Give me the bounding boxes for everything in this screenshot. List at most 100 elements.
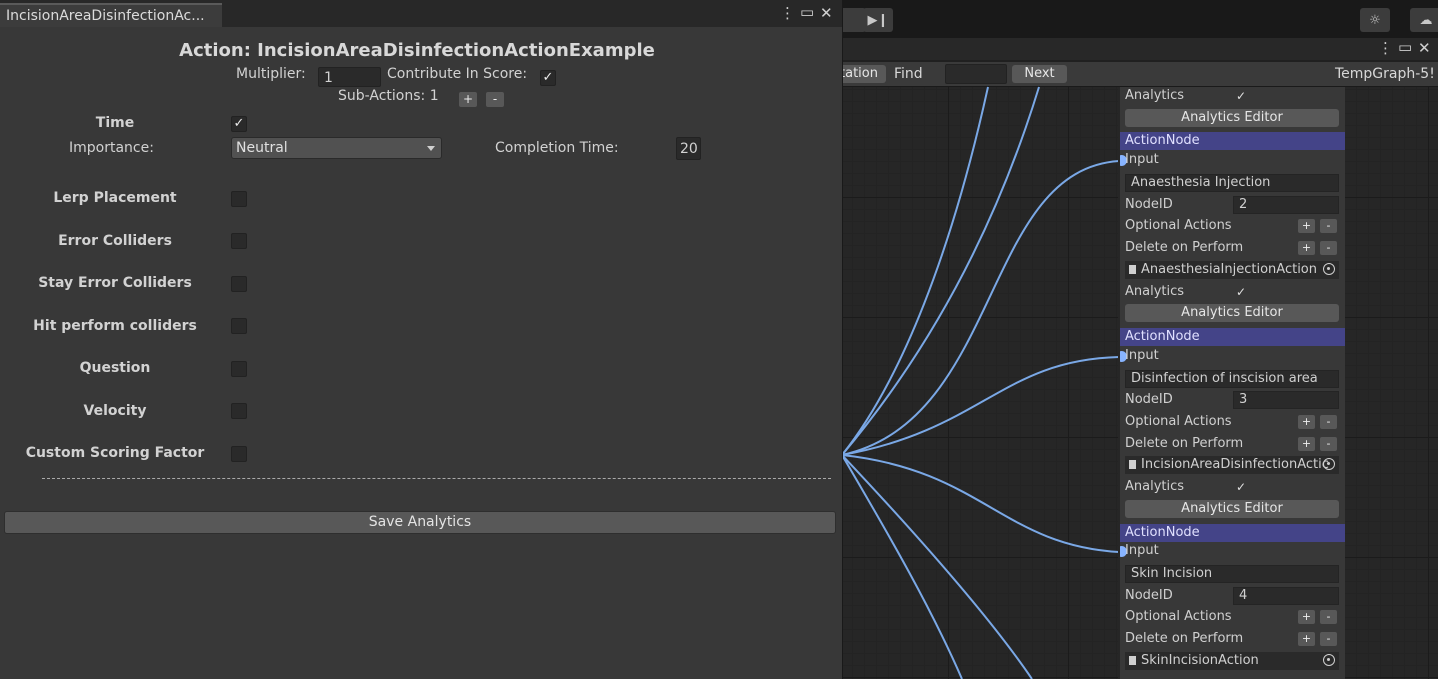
script-name: IncisionAreaDisinfectionActic (1141, 457, 1329, 472)
action-inspector-window: IncisionAreaDisinfectionAc... ⋮ ▭ ✕ Acti… (0, 0, 843, 679)
optional-actions-label: Optional Actions (1125, 609, 1232, 624)
node-name-field[interactable]: Anaesthesia Injection (1125, 174, 1339, 192)
analytics-row: Analytics ✓ (1120, 281, 1345, 303)
input-label: Input (1125, 348, 1159, 363)
nodeid-field[interactable]: 2 (1233, 196, 1339, 214)
nodeid-field[interactable]: 4 (1233, 587, 1339, 605)
remove-optional-action-button[interactable]: - (1320, 219, 1337, 233)
action-node-header[interactable]: ActionNode (1120, 132, 1345, 150)
script-field-row: AnaesthesiaInjectionAction (1120, 259, 1345, 281)
nodeid-label: NodeID (1125, 588, 1173, 603)
node-name-field[interactable]: Skin Incision (1125, 565, 1339, 583)
add-sub-action-button[interactable]: + (459, 92, 477, 107)
optional-actions-label: Optional Actions (1125, 414, 1232, 429)
save-analytics-button[interactable]: Save Analytics (4, 511, 836, 534)
remove-sub-action-button[interactable]: - (486, 92, 504, 107)
object-picker-icon[interactable] (1323, 263, 1335, 275)
time-label: Time (95, 115, 135, 131)
nodeid-row: NodeID 2 (1120, 194, 1345, 216)
add-delete-on-perform-button[interactable]: + (1298, 437, 1315, 451)
nodeid-label: NodeID (1125, 392, 1173, 407)
analytics-label: Analytics (1125, 284, 1185, 299)
script-object-field[interactable]: AnaesthesiaInjectionAction (1125, 261, 1339, 279)
analytics-row: Analytics ✓ (1120, 476, 1345, 498)
edge (842, 86, 1040, 456)
object-picker-icon[interactable] (1323, 458, 1335, 470)
input-port-row: Input (1120, 540, 1345, 562)
contribute-in-score-label: Contribute In Score: (387, 66, 528, 82)
script-field-row: IncisionAreaDisinfectionActic (1120, 454, 1345, 476)
completion-time-label: Completion Time: (495, 140, 619, 156)
maximize-icon[interactable]: ▭ (800, 3, 814, 21)
time-checkbox[interactable]: ✓ (231, 116, 247, 132)
nodeid-field[interactable]: 3 (1233, 391, 1339, 409)
remove-optional-action-button[interactable]: - (1320, 415, 1337, 429)
question-checkbox[interactable] (231, 361, 247, 377)
velocity-checkbox[interactable] (231, 403, 247, 419)
velocity-label: Velocity (83, 403, 147, 419)
lerp-placement-checkbox[interactable] (231, 191, 247, 207)
nodeid-row: NodeID 3 (1120, 389, 1345, 411)
delete-on-perform-row: Delete on Perform + - (1120, 433, 1345, 455)
completion-time-input[interactable]: 20 (676, 137, 701, 160)
delete-on-perform-label: Delete on Perform (1125, 436, 1244, 451)
analytics-editor-button[interactable]: Analytics Editor (1125, 500, 1339, 518)
analytics-editor-button[interactable]: Analytics Editor (1125, 109, 1339, 127)
remove-delete-on-perform-button[interactable]: - (1320, 632, 1337, 646)
error-colliders-label: Error Colliders (58, 233, 172, 249)
analytics-row: Analytics ✓ (1120, 87, 1345, 107)
object-picker-icon[interactable] (1323, 654, 1335, 666)
optional-actions-label: Optional Actions (1125, 218, 1232, 233)
node-name-row: Disinfection of inscision area (1120, 368, 1345, 390)
multiplier-input[interactable]: 1 (318, 67, 381, 87)
input-label: Input (1125, 152, 1159, 167)
contribute-in-score-checkbox[interactable]: ✓ (540, 70, 556, 86)
analytics-label: Analytics (1125, 88, 1185, 103)
analytics-editor-button[interactable]: Analytics Editor (1125, 304, 1339, 322)
optional-actions-row: Optional Actions + - (1120, 606, 1345, 628)
script-icon (1129, 265, 1136, 274)
custom-scoring-factor-label: Custom Scoring Factor (25, 445, 205, 461)
edge (842, 160, 1120, 456)
analytics-checkbox[interactable]: ✓ (1236, 480, 1250, 494)
error-colliders-checkbox[interactable] (231, 233, 247, 249)
add-optional-action-button[interactable]: + (1298, 415, 1315, 429)
remove-optional-action-button[interactable]: - (1320, 610, 1337, 624)
delete-on-perform-label: Delete on Perform (1125, 240, 1244, 255)
edge (842, 86, 989, 456)
close-icon[interactable]: ✕ (820, 4, 833, 22)
stay-error-colliders-checkbox[interactable] (231, 276, 247, 292)
delete-on-perform-row: Delete on Perform + - (1120, 628, 1345, 650)
inspector-tab[interactable]: IncisionAreaDisinfectionAc... (0, 3, 222, 27)
node-name-field[interactable]: Disinfection of inscision area (1125, 370, 1339, 388)
remove-delete-on-perform-button[interactable]: - (1320, 241, 1337, 255)
script-object-field[interactable]: SkinIncisionAction (1125, 652, 1339, 670)
importance-label: Importance: (69, 140, 154, 156)
hit-perform-colliders-checkbox[interactable] (231, 318, 247, 334)
delete-on-perform-label: Delete on Perform (1125, 631, 1244, 646)
analytics-checkbox[interactable]: ✓ (1236, 89, 1250, 103)
optional-actions-row: Optional Actions + - (1120, 215, 1345, 237)
analytics-editor-row: Analytics Editor (1120, 302, 1345, 324)
script-name: AnaesthesiaInjectionAction (1141, 262, 1318, 277)
action-node-header[interactable]: ActionNode (1120, 328, 1345, 346)
add-optional-action-button[interactable]: + (1298, 219, 1315, 233)
input-port-row: Input (1120, 345, 1345, 367)
hit-perform-colliders-label: Hit perform colliders (33, 318, 197, 334)
delete-on-perform-row: Delete on Perform + - (1120, 237, 1345, 259)
custom-scoring-factor-checkbox[interactable] (231, 446, 247, 462)
add-optional-action-button[interactable]: + (1298, 610, 1315, 624)
inspector-tabbar: IncisionAreaDisinfectionAc... ⋮ ▭ ✕ (0, 0, 842, 27)
script-object-field[interactable]: IncisionAreaDisinfectionActic (1125, 456, 1339, 474)
analytics-editor-row: Analytics Editor (1120, 498, 1345, 520)
action-heading: Action: IncisionAreaDisinfectionActionEx… (179, 40, 655, 61)
menu-icon[interactable]: ⋮ (780, 4, 795, 22)
add-delete-on-perform-button[interactable]: + (1298, 241, 1315, 255)
importance-value: Neutral (236, 140, 288, 156)
remove-delete-on-perform-button[interactable]: - (1320, 437, 1337, 451)
analytics-checkbox[interactable]: ✓ (1236, 285, 1250, 299)
importance-dropdown[interactable]: Neutral (231, 137, 442, 159)
edge (842, 454, 1120, 553)
add-delete-on-perform-button[interactable]: + (1298, 632, 1315, 646)
chevron-down-icon (427, 146, 435, 151)
